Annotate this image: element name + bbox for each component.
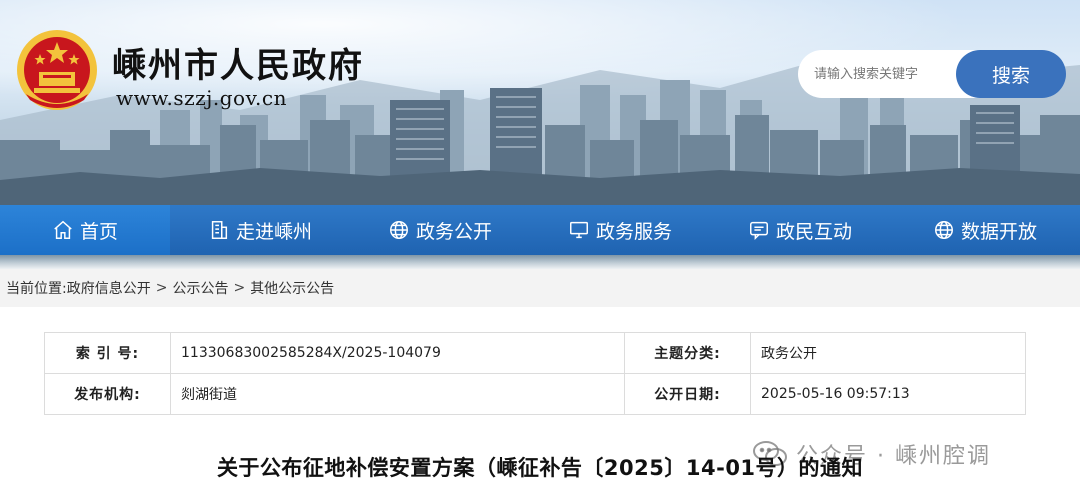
globe-icon: [390, 221, 408, 239]
category-value: 政务公开: [750, 332, 1026, 374]
home-icon: [54, 220, 72, 239]
breadcrumb-item-announcements[interactable]: 公示公告: [172, 278, 228, 298]
breadcrumb-prefix: 当前位置:: [6, 281, 67, 297]
search-box: 搜索: [798, 50, 1066, 98]
monitor-icon: [570, 221, 588, 239]
publish-date-label: 公开日期:: [624, 373, 751, 415]
search-button[interactable]: 搜索: [956, 50, 1066, 98]
chat-icon: [750, 221, 768, 241]
breadcrumb-separator: >: [155, 280, 168, 296]
article-title: 关于公布征地补偿安置方案（嵊征补告〔2025〕14-01号）的通知: [216, 456, 864, 480]
nav-item-gov-service[interactable]: 政务服务: [530, 205, 710, 255]
publisher-value: 剡湖街道: [170, 373, 625, 415]
nav-item-label: 走进嵊州: [235, 220, 312, 243]
globe-icon: [935, 221, 953, 239]
category-label: 主题分类:: [624, 332, 751, 374]
header-banner: 嵊州市人民政府 www.szzj.gov.cn 搜索: [0, 0, 1080, 205]
nav-item-label: 政民互动: [775, 220, 852, 243]
building-icon: [211, 221, 228, 239]
breadcrumb-item-other-announcements[interactable]: 其他公示公告: [250, 278, 334, 298]
breadcrumb-separator: >: [233, 280, 246, 296]
index-number-label: 索 引 号:: [44, 332, 171, 374]
nav-item-label: 政务服务: [595, 220, 672, 243]
breadcrumb-item-gov-info[interactable]: 政府信息公开: [67, 278, 151, 298]
document-info-table: 索 引 号: 11330683002585284X/2025-104079 主题…: [44, 332, 1026, 415]
nav-item-open-data[interactable]: 数据开放: [890, 205, 1080, 255]
nav-item-gov-info[interactable]: 政务公开: [350, 205, 530, 255]
site-title: 嵊州市人民政府: [112, 46, 364, 86]
publish-date-value: 2025-05-16 09:57:13: [750, 373, 1026, 415]
index-number-value: 11330683002585284X/2025-104079: [170, 332, 625, 374]
main-nav: 首页 走进嵊州 政务公开 政务服务 政民互动 数据开放: [0, 205, 1080, 255]
nav-item-home[interactable]: 首页: [0, 205, 170, 255]
site-url: www.szzj.gov.cn: [116, 86, 287, 110]
table-row: 发布机构: 剡湖街道 公开日期: 2025-05-16 09:57:13: [44, 373, 1026, 415]
nav-item-label: 政务公开: [415, 220, 492, 243]
nav-item-interaction[interactable]: 政民互动: [710, 205, 890, 255]
nav-item-label: 首页: [79, 220, 118, 243]
breadcrumb: 当前位置: 政府信息公开 > 公示公告 > 其他公示公告: [0, 269, 1080, 307]
nav-shadow: [0, 255, 1080, 269]
publisher-label: 发布机构:: [44, 373, 171, 415]
nav-item-label: 数据开放: [960, 220, 1037, 243]
nav-item-about[interactable]: 走进嵊州: [170, 205, 350, 255]
table-row: 索 引 号: 11330683002585284X/2025-104079 主题…: [44, 332, 1026, 374]
national-emblem-icon: [17, 30, 97, 110]
